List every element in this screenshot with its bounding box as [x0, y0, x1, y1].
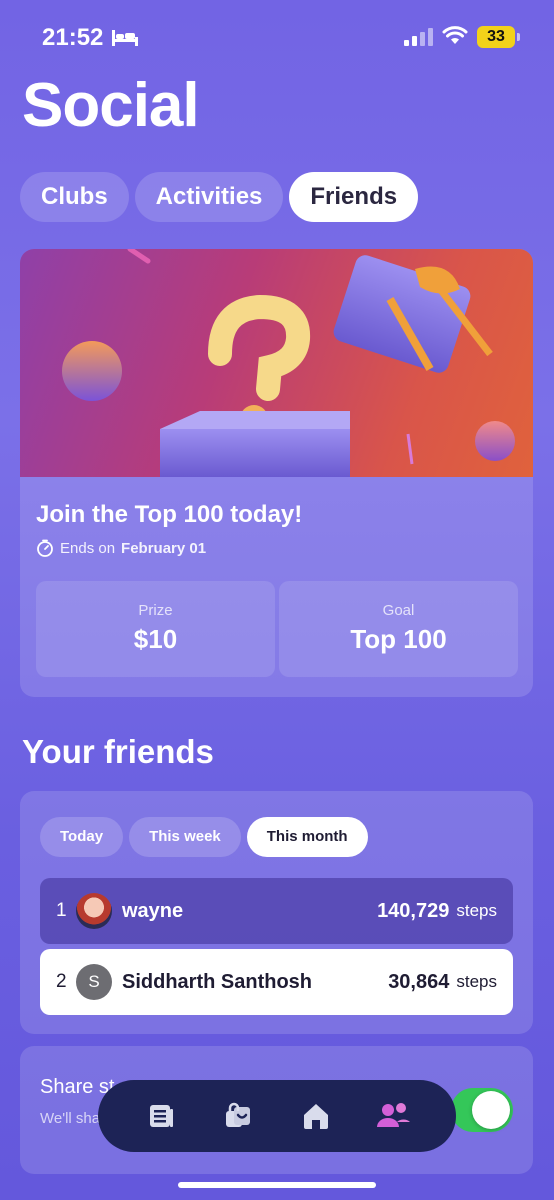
friends-leaderboard: Today This week This month 1 wayne 140,7…	[20, 791, 533, 1034]
friend-name: Siddharth Santhosh	[122, 970, 312, 993]
deadline-date: February 01	[121, 539, 207, 557]
step-count: 140,729	[377, 899, 450, 922]
status-time: 21:52	[42, 24, 104, 51]
goal-value: Top 100	[350, 624, 447, 654]
shop-icon	[226, 1102, 251, 1127]
friends-section-title: Your friends	[22, 733, 214, 770]
prize-label: Prize	[138, 602, 173, 619]
tab-activities[interactable]: Activities	[134, 172, 284, 222]
friend-name: wayne	[122, 899, 184, 922]
home-icon	[303, 1104, 328, 1129]
stopwatch-icon	[37, 539, 53, 557]
challenge-deadline: Ends on February 01	[36, 539, 206, 557]
period-this-month[interactable]: This month	[246, 817, 368, 857]
steps-unit: steps	[456, 972, 497, 991]
home-tab[interactable]	[296, 1096, 336, 1136]
wifi-icon	[442, 26, 468, 44]
status-bar: 21:52 33	[0, 0, 554, 74]
challenge-banner-image	[20, 249, 533, 477]
social-tabs: Clubs Activities Friends	[20, 172, 419, 222]
rank-number: 1	[56, 900, 67, 921]
avatar: S	[76, 964, 112, 1000]
steps-unit: steps	[456, 901, 497, 920]
sleep-mode-icon	[112, 30, 138, 46]
period-today[interactable]: Today	[40, 817, 124, 857]
goal-label: Goal	[382, 602, 415, 619]
deadline-prefix: Ends on	[60, 539, 116, 557]
mystery-gift-illustration	[62, 249, 515, 477]
social-tab[interactable]	[373, 1096, 413, 1136]
leaderboard-row[interactable]: 2 S Siddharth Santhosh 30,864 steps	[40, 949, 513, 1015]
prize-stat: Prize $10	[36, 581, 275, 677]
social-icon	[377, 1103, 411, 1127]
share-steps-toggle[interactable]	[451, 1088, 513, 1132]
bottom-tab-bar	[98, 1080, 456, 1152]
period-selector: Today This week This month	[40, 817, 368, 857]
cellular-signal-icon	[404, 28, 433, 46]
challenge-stats: Prize $10 Goal Top 100	[36, 581, 518, 677]
avatar	[76, 893, 112, 929]
home-indicator	[178, 1182, 376, 1188]
rank-number: 2	[56, 971, 67, 992]
feed-icon	[149, 1105, 173, 1127]
feed-tab[interactable]	[141, 1096, 181, 1136]
period-this-week[interactable]: This week	[129, 817, 241, 857]
challenge-card[interactable]: Join the Top 100 today! Ends on February…	[20, 249, 533, 697]
step-count: 30,864	[388, 970, 450, 993]
battery-indicator: 33	[477, 26, 520, 48]
shop-tab[interactable]	[218, 1096, 258, 1136]
page-title: Social	[22, 71, 200, 140]
challenge-title: Join the Top 100 today!	[36, 501, 303, 528]
tab-clubs[interactable]: Clubs	[20, 172, 129, 222]
prize-value: $10	[133, 624, 178, 654]
leaderboard-row[interactable]: 1 wayne 140,729 steps	[40, 878, 513, 944]
tab-friends[interactable]: Friends	[289, 172, 419, 222]
goal-stat: Goal Top 100	[279, 581, 518, 677]
